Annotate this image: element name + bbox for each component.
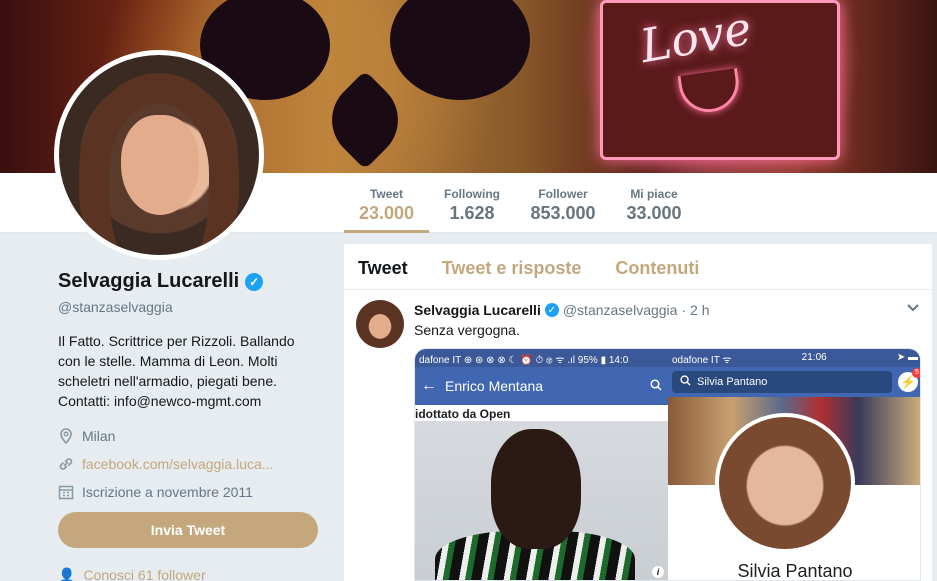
followers-you-know-text[interactable]: Conosci 61 follower bbox=[83, 567, 205, 581]
location-text: Milan bbox=[82, 428, 116, 444]
facebook-search-bar: Silvia Pantano ⚡ 5 bbox=[668, 367, 920, 397]
stat-label: Mi piace bbox=[630, 187, 678, 201]
back-arrow-icon: ← bbox=[421, 377, 437, 394]
profile-avatar[interactable] bbox=[54, 50, 264, 260]
tweet-author-handle[interactable]: @stanzaselvaggia bbox=[563, 302, 678, 318]
media-image-left[interactable]: dafone IT ⊕ ⊛ ⊗ ⊗ ☾ ⏰ ⏱ ⊛ ᯤ .ıl 95% ▮ 14… bbox=[415, 349, 668, 580]
phone-status-bar: dafone IT ⊕ ⊛ ⊗ ⊗ ☾ ⏰ ⏱ ⊛ ᯤ .ıl 95% ▮ 14… bbox=[415, 349, 668, 367]
tab-tweet[interactable]: Tweet bbox=[358, 244, 408, 289]
banner-skull-eye bbox=[390, 0, 530, 100]
tweet-text: Senza vergogna. bbox=[414, 322, 520, 338]
profile-joined: Iscrizione a novembre 2011 bbox=[58, 483, 320, 501]
tweet-media[interactable]: dafone IT ⊕ ⊛ ⊗ ⊗ ☾ ⏰ ⏱ ⊛ ᯤ .ıl 95% ▮ 14… bbox=[414, 348, 921, 581]
verified-badge-icon: ✓ bbox=[544, 303, 559, 317]
tab-contenuti[interactable]: Contenuti bbox=[615, 244, 699, 289]
stat-value: 33.000 bbox=[626, 203, 682, 223]
facebook-header-bar: ← Enrico Mentana bbox=[415, 367, 668, 405]
info-icon: i bbox=[652, 566, 664, 578]
messenger-badge: 5 bbox=[912, 368, 920, 378]
phone-status-bar: odafone IT ᯤ 21:06 ➤ ▬ bbox=[668, 349, 920, 367]
stat-label: Follower bbox=[538, 187, 588, 201]
facebook-search-box: Silvia Pantano bbox=[672, 371, 892, 393]
profile-link-url[interactable]: facebook.com/selvaggia.luca... bbox=[82, 456, 273, 472]
banner-skull-nose bbox=[315, 70, 415, 170]
search-icon bbox=[680, 375, 691, 389]
profile-location: Milan bbox=[58, 427, 320, 445]
status-time: 21:06 bbox=[801, 352, 827, 363]
post-subtitle: idottato da Open bbox=[415, 407, 511, 421]
timeline-tabs: Tweet Tweet e risposte Contenuti bbox=[344, 244, 932, 290]
tweet-header: Selvaggia Lucarelli ✓ @stanzaselvaggia ·… bbox=[414, 302, 709, 318]
man-photo: i bbox=[415, 421, 668, 580]
chevron-down-icon[interactable] bbox=[906, 300, 920, 318]
battery-icon: ➤ ▬ bbox=[896, 352, 918, 363]
stat-value: 853.000 bbox=[530, 203, 596, 223]
link-icon bbox=[58, 456, 74, 472]
timeline: Tweet Tweet e risposte Contenuti Selvagg… bbox=[344, 244, 932, 581]
facebook-page-title: Enrico Mentana bbox=[445, 378, 544, 394]
stat-label: Following bbox=[444, 187, 500, 201]
profile-name-row: Selvaggia Lucarelli ✓ bbox=[58, 270, 320, 293]
person-icon: 👤 bbox=[58, 567, 76, 581]
messenger-icon: ⚡ 5 bbox=[898, 368, 920, 392]
send-tweet-button[interactable]: Invia Tweet bbox=[58, 512, 318, 548]
profile-card: Selvaggia Lucarelli ✓ @stanzaselvaggia I… bbox=[58, 270, 320, 501]
man-head bbox=[491, 429, 581, 549]
stat-label: Tweet bbox=[369, 187, 404, 201]
stat-followers[interactable]: Follower 853.000 bbox=[524, 173, 602, 233]
stat-tweets[interactable]: Tweet 23.000 bbox=[344, 173, 429, 233]
avatar-face bbox=[121, 115, 199, 215]
profile-handle[interactable]: @stanzaselvaggia bbox=[58, 299, 320, 315]
tweet-avatar[interactable] bbox=[356, 300, 404, 348]
stat-value: 1.628 bbox=[449, 203, 495, 223]
stat-likes[interactable]: Mi piace 33.000 bbox=[620, 173, 688, 233]
profile-name[interactable]: Selvaggia Lucarelli bbox=[58, 270, 239, 293]
followers-you-know[interactable]: 👤 Conosci 61 follower bbox=[58, 567, 206, 581]
joined-text: Iscrizione a novembre 2011 bbox=[82, 484, 253, 500]
profile-link: facebook.com/selvaggia.luca... bbox=[58, 455, 320, 473]
tweet-author-name[interactable]: Selvaggia Lucarelli bbox=[414, 302, 541, 318]
carrier-text: odafone IT ᯤ bbox=[672, 355, 732, 366]
search-query: Silvia Pantano bbox=[697, 376, 768, 388]
calendar-icon bbox=[58, 484, 74, 500]
tweet-time[interactable]: · 2 h bbox=[681, 302, 709, 318]
profile-bio: Il Fatto. Scrittrice per Rizzoli. Ballan… bbox=[58, 333, 295, 409]
tweet-item[interactable]: Selvaggia Lucarelli ✓ @stanzaselvaggia ·… bbox=[344, 290, 932, 581]
location-pin-icon bbox=[58, 428, 74, 444]
media-image-right[interactable]: odafone IT ᯤ 21:06 ➤ ▬ Silvia Pantano ⚡ 5 bbox=[668, 349, 920, 581]
verified-badge-icon: ✓ bbox=[245, 272, 264, 291]
tab-tweet-e-risposte[interactable]: Tweet e risposte bbox=[442, 244, 582, 289]
stat-value: 23.000 bbox=[358, 203, 415, 223]
stat-following[interactable]: Following 1.628 bbox=[437, 173, 507, 233]
facebook-profile-photo bbox=[715, 413, 855, 553]
facebook-profile-name: Silvia Pantano bbox=[737, 561, 853, 581]
search-icon bbox=[650, 378, 662, 394]
